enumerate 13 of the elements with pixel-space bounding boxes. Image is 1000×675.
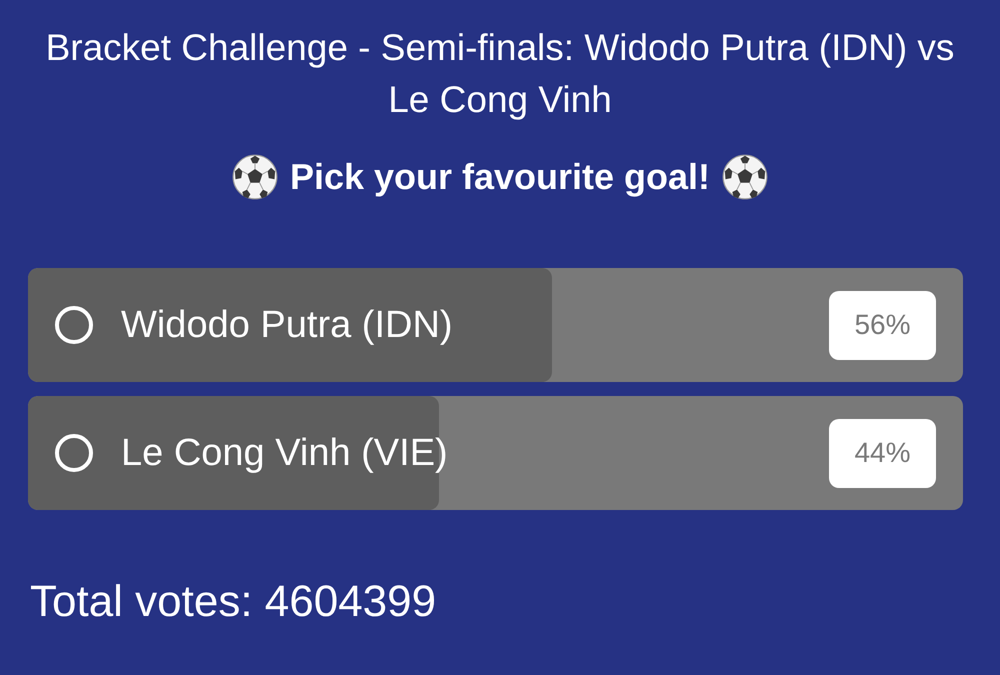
poll-option[interactable]: Widodo Putra (IDN) 56% (28, 268, 963, 382)
radio-button[interactable] (55, 434, 93, 472)
poll-option[interactable]: Le Cong Vinh (VIE) 44% (28, 396, 963, 510)
radio-button[interactable] (55, 306, 93, 344)
poll-title: Bracket Challenge - Semi-finals: Widodo Putra (IDN) vs Le Cong Vinh (44, 26, 956, 122)
soccer-ball-icon (232, 154, 278, 200)
option-label: Widodo Putra (IDN) (121, 306, 453, 344)
option-label: Le Cong Vinh (VIE) (121, 434, 448, 472)
total-votes: Total votes: 4604399 (30, 580, 436, 624)
percentage-label: 56% (829, 290, 936, 360)
soccer-ball-icon (722, 154, 768, 200)
poll-prompt: Pick your favourite goal! (290, 159, 710, 195)
percentage-label: 44% (829, 418, 936, 488)
